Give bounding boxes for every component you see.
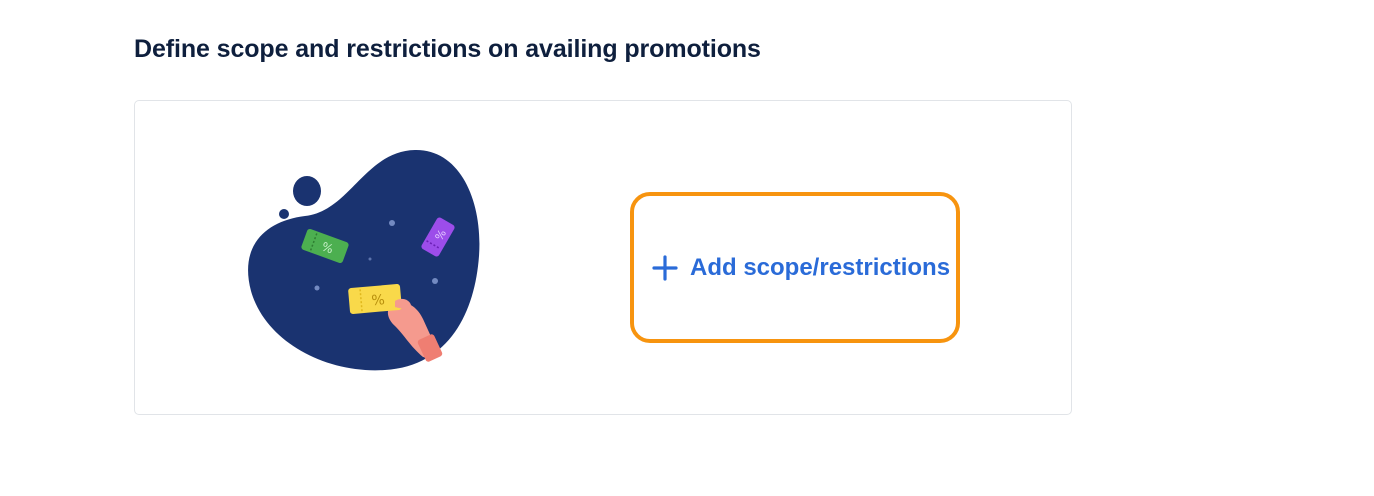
plus-icon — [652, 254, 678, 281]
illustration-svg: % % % — [248, 149, 480, 371]
small-blob — [293, 176, 321, 206]
yellow-ticket: % — [348, 284, 402, 314]
coupon-tickets-illustration: % % % — [245, 141, 495, 381]
page: Define scope and restrictions on availin… — [0, 0, 1374, 496]
add-scope-restrictions-label: Add scope/restrictions — [690, 253, 951, 281]
sparkle — [368, 257, 372, 261]
add-scope-restrictions-button[interactable]: Add scope/restrictions — [630, 192, 960, 343]
sparkle — [389, 220, 395, 226]
tiny-blob — [279, 209, 289, 219]
sparkle — [432, 278, 438, 284]
main-blob — [248, 149, 480, 371]
sparkle — [314, 285, 320, 291]
section-title: Define scope and restrictions on availin… — [134, 35, 761, 63]
scope-card: % % % Add scope/restrictions — [134, 100, 1072, 415]
svg-text:%: % — [371, 292, 386, 309]
